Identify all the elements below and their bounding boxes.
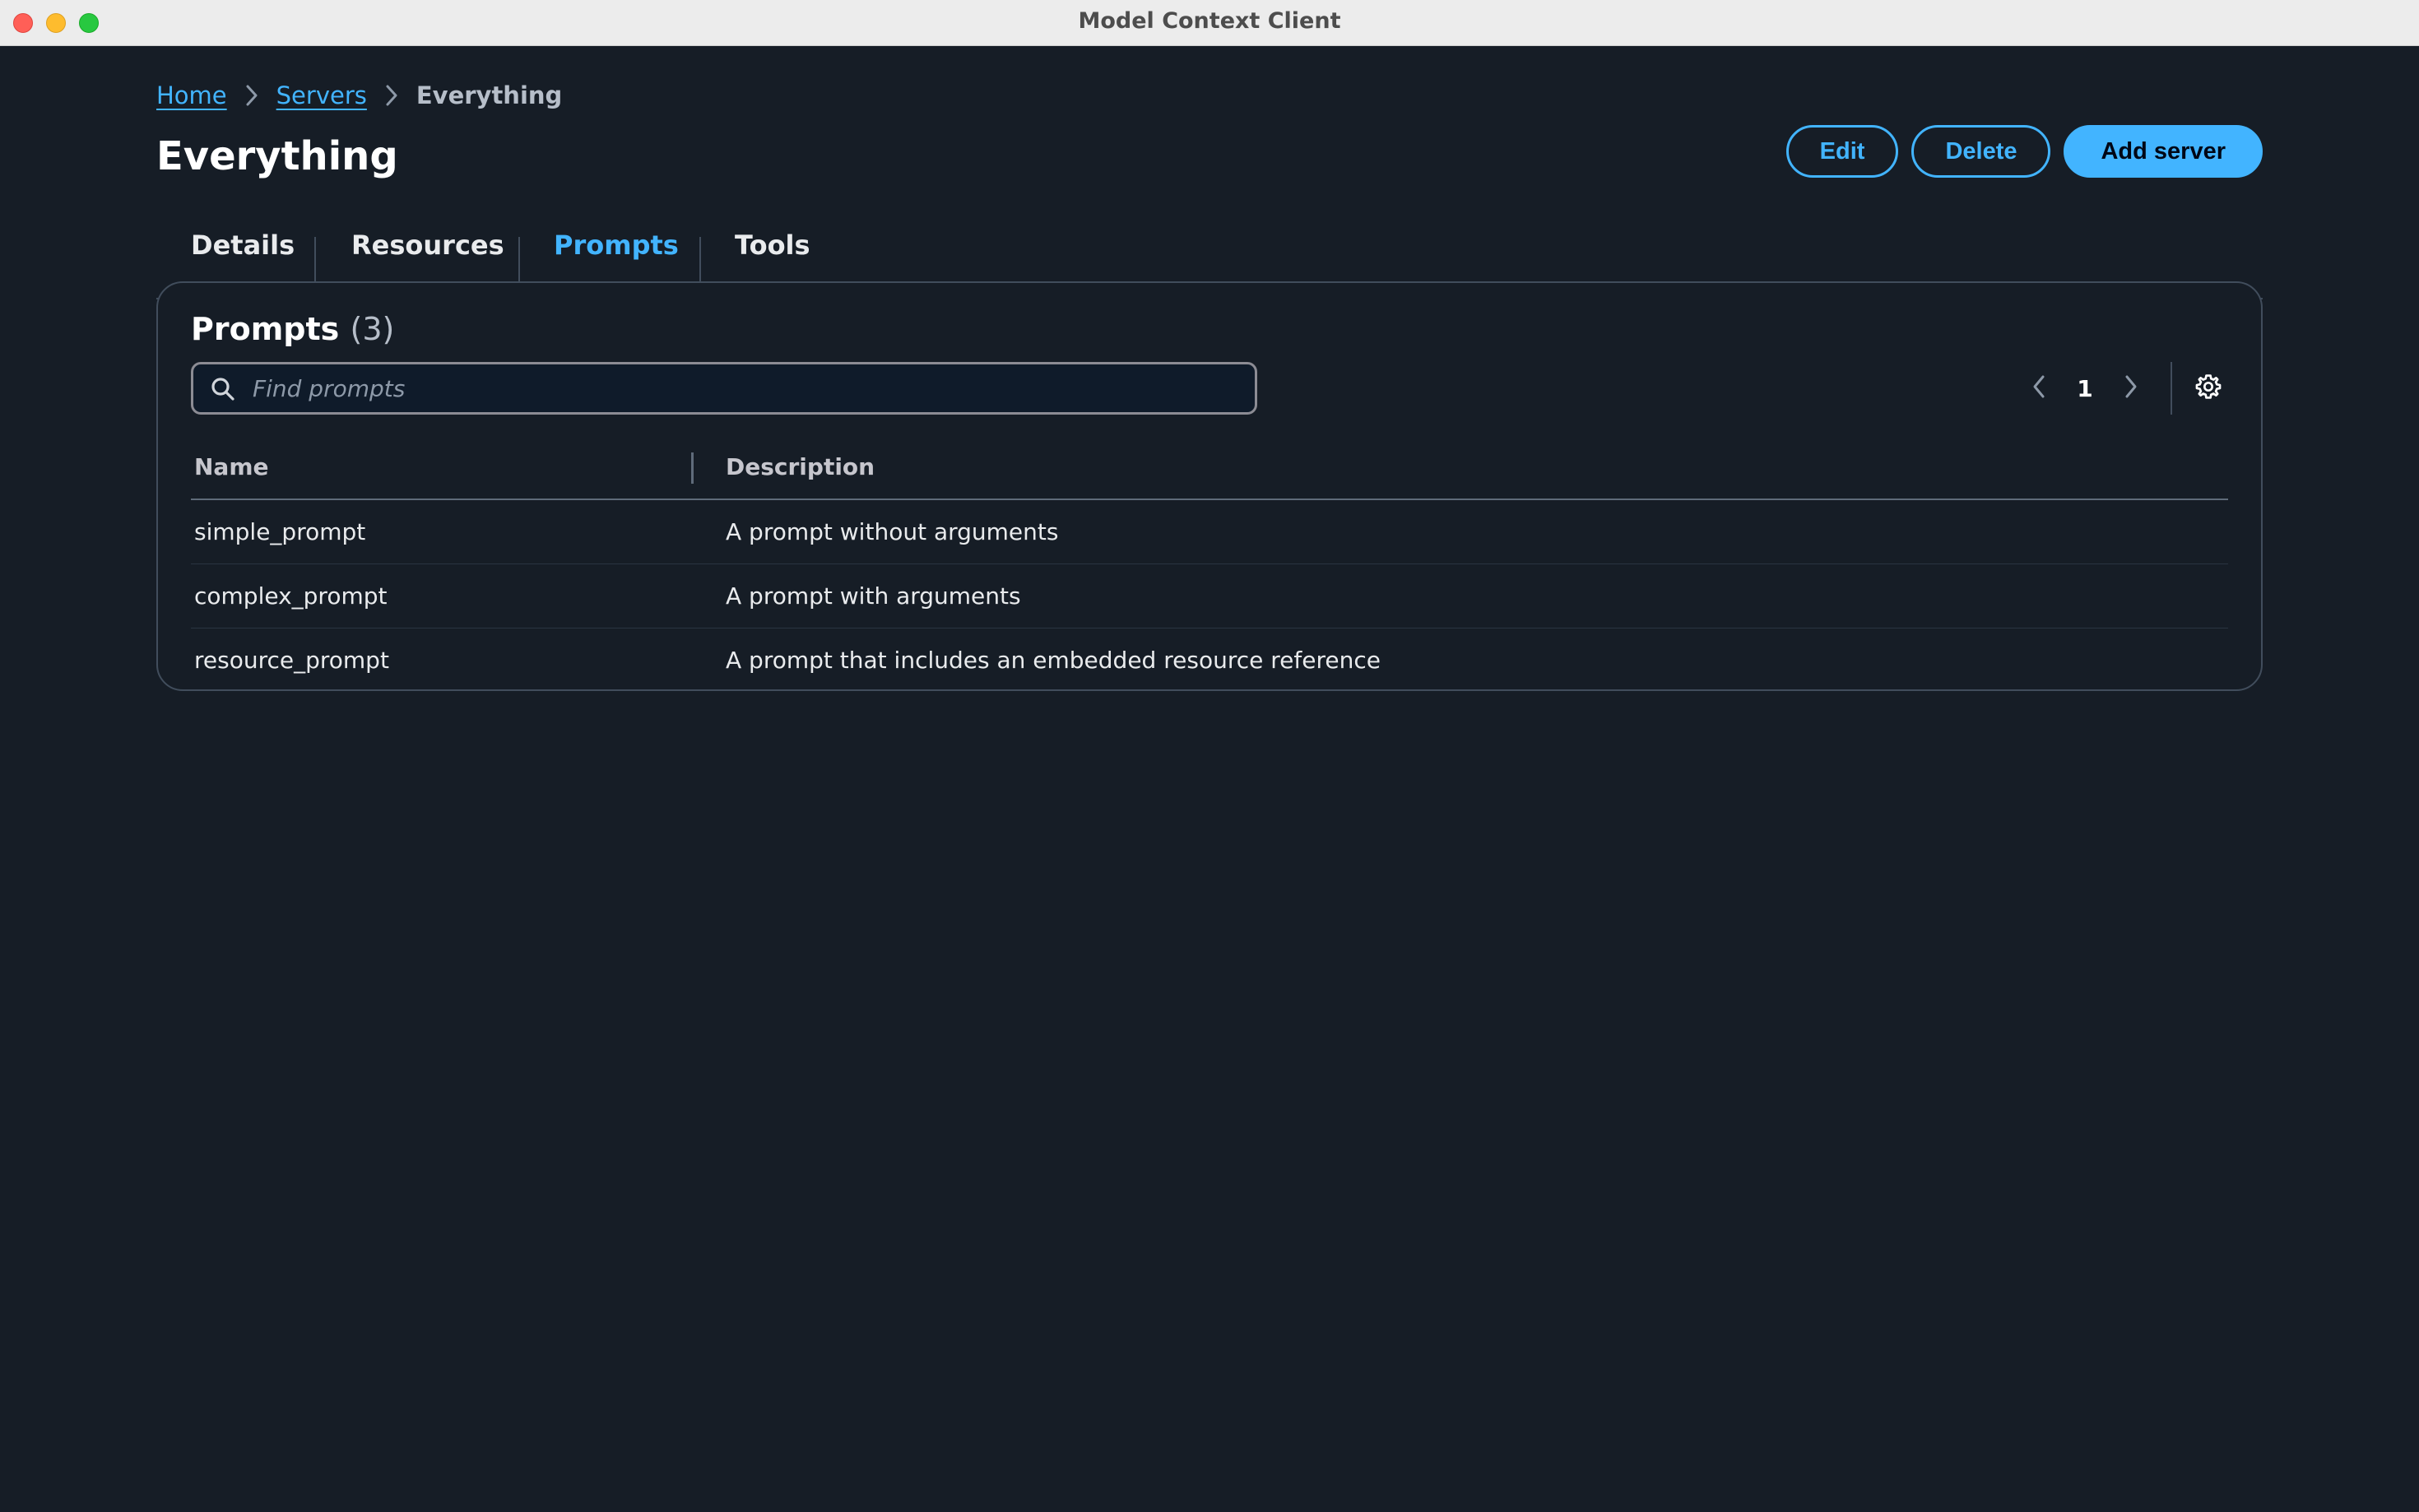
pagination-divider bbox=[2171, 362, 2172, 415]
chevron-right-icon bbox=[367, 79, 416, 112]
prompts-count: (3) bbox=[350, 311, 395, 347]
prompts-table-container: Prompts (3) 1 bbox=[156, 281, 2263, 691]
chevron-left-icon bbox=[2031, 373, 2047, 403]
column-resizer[interactable] bbox=[691, 452, 694, 484]
delete-button[interactable]: Delete bbox=[1911, 125, 2051, 178]
pagination: 1 bbox=[2016, 362, 2228, 415]
header-actions: Edit Delete Add server bbox=[1785, 125, 2263, 178]
next-page-button[interactable] bbox=[2108, 362, 2154, 415]
search-input[interactable] bbox=[253, 364, 1240, 412]
column-header-name[interactable]: Name bbox=[194, 436, 269, 499]
table-preferences-button[interactable] bbox=[2189, 362, 2228, 415]
previous-page-button[interactable] bbox=[2016, 362, 2062, 415]
table-row[interactable]: resource_prompt A prompt that includes a… bbox=[191, 628, 2228, 693]
chevron-right-icon bbox=[227, 79, 276, 112]
prompt-name: resource_prompt bbox=[194, 647, 389, 674]
column-header-description[interactable]: Description bbox=[726, 436, 875, 499]
current-page-number[interactable]: 1 bbox=[2062, 375, 2108, 402]
search-field[interactable] bbox=[191, 362, 1257, 415]
tab-divider bbox=[518, 237, 520, 283]
prompt-description: A prompt without arguments bbox=[726, 518, 1059, 545]
tab-divider bbox=[314, 237, 316, 283]
settings-gear-icon bbox=[2194, 373, 2222, 404]
prompt-description: A prompt with arguments bbox=[726, 582, 1021, 610]
breadcrumb-home-link[interactable]: Home bbox=[156, 81, 227, 109]
breadcrumb-current: Everything bbox=[416, 81, 563, 109]
search-icon bbox=[210, 376, 236, 402]
page-title: Everything bbox=[156, 133, 398, 179]
add-server-button[interactable]: Add server bbox=[2064, 125, 2263, 178]
prompt-name: complex_prompt bbox=[194, 582, 388, 610]
prompts-title: Prompts bbox=[191, 311, 340, 347]
window-titlebar: Model Context Client bbox=[0, 0, 2419, 46]
table-row[interactable]: simple_prompt A prompt without arguments bbox=[191, 500, 2228, 564]
edit-button[interactable]: Edit bbox=[1785, 125, 1899, 178]
tab-divider bbox=[699, 237, 701, 283]
prompt-description: A prompt that includes an embedded resou… bbox=[726, 647, 1381, 674]
window-title: Model Context Client bbox=[1078, 8, 1341, 34]
breadcrumb: Home Servers Everything bbox=[156, 79, 562, 112]
table-header: Name Description bbox=[191, 436, 2228, 500]
breadcrumb-servers-link[interactable]: Servers bbox=[276, 81, 367, 109]
prompts-header: Prompts (3) bbox=[191, 306, 394, 352]
table-row[interactable]: complex_prompt A prompt with arguments bbox=[191, 564, 2228, 628]
chevron-right-icon bbox=[2123, 373, 2139, 403]
prompts-table: Name Description simple_prompt A prompt … bbox=[191, 436, 2228, 693]
prompt-name: simple_prompt bbox=[194, 518, 366, 545]
